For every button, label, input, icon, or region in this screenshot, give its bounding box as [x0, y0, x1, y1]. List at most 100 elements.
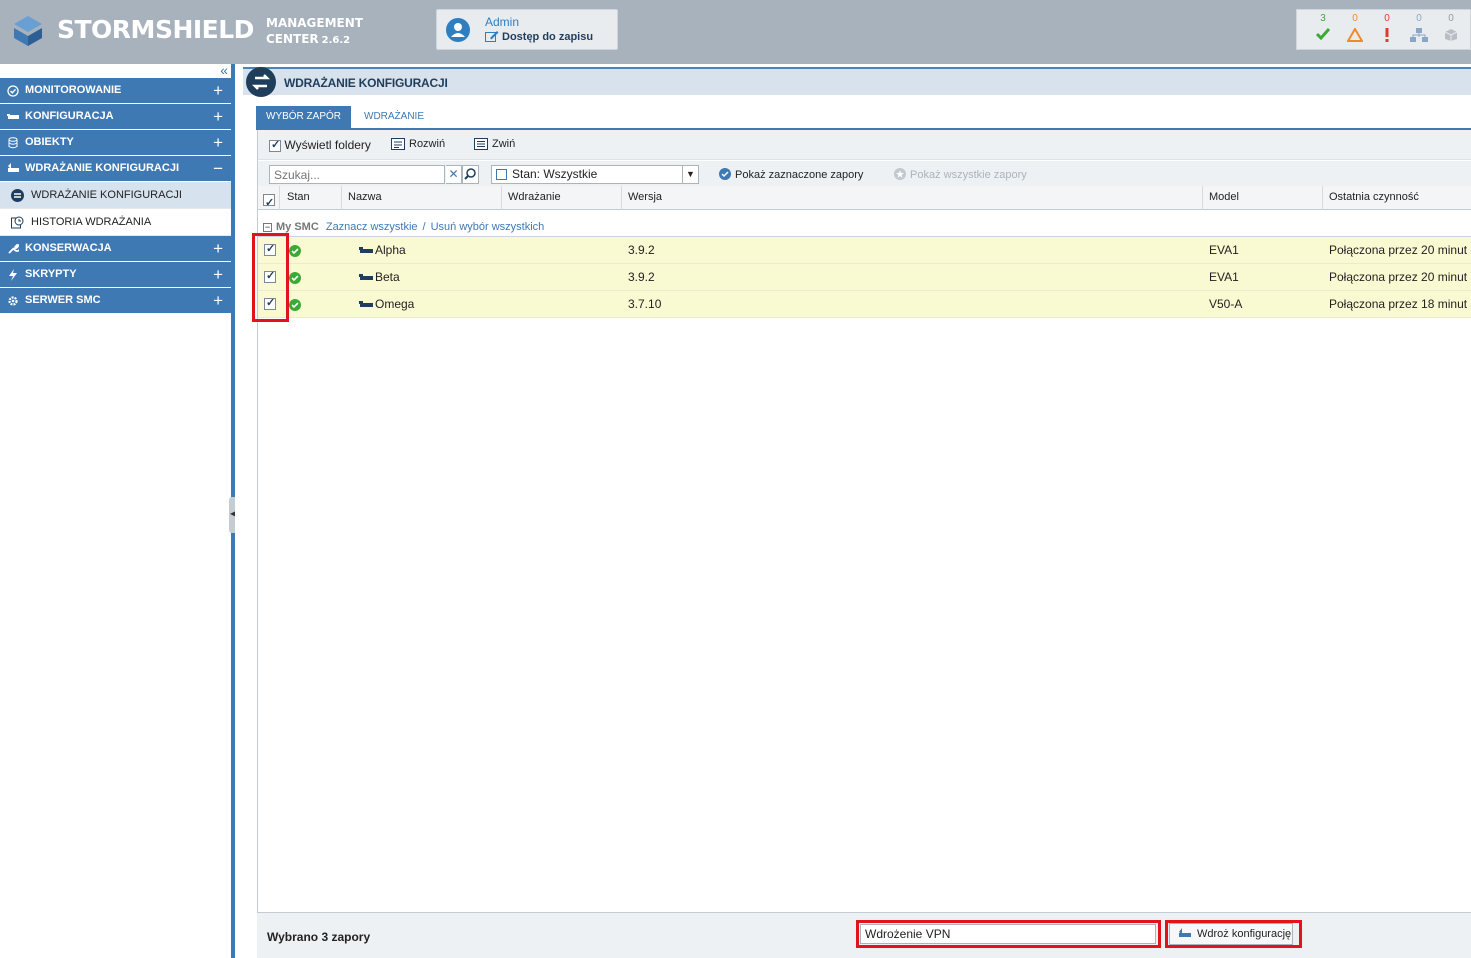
- sidebar-item-serwer-smc[interactable]: SERWER SMC +: [0, 288, 231, 314]
- group-row: − My SMC Zaznacz wszystkie / Usuń wybór wsz…: [258, 217, 1471, 237]
- column-header-model[interactable]: Model: [1203, 186, 1323, 210]
- firewall-selection-panel: Wyświetl foldery Rozwiń Zwiń ✕ Stan: Wsz…: [252, 130, 1471, 914]
- expand-icon[interactable]: +: [213, 78, 223, 103]
- filter-toolbar: ✕ Stan: Wszystkie ▼ Pokaż zaznaczone zap…: [258, 161, 1471, 189]
- firewall-icon: [359, 247, 373, 253]
- search-input[interactable]: [269, 165, 445, 184]
- sidebar-subitem-label: WDRAŻANIE KONFIGURACJI: [31, 189, 182, 201]
- cell-name: Alpha: [375, 243, 406, 257]
- grid-header: Stan Nazwa Wdrażanie Wersja Model Ostatn…: [258, 186, 1471, 215]
- user-name[interactable]: Admin: [485, 15, 519, 29]
- status-ok[interactable]: 3: [1311, 13, 1335, 40]
- cell-last-activity: Połączona przez 20 minut: [1329, 270, 1468, 284]
- firewall-icon: [359, 301, 373, 307]
- table-row[interactable]: Beta 3.9.2 EVA1 Połączona przez 20 minut: [258, 264, 1471, 291]
- select-all-checkbox[interactable]: [263, 192, 275, 215]
- chevron-down-icon[interactable]: ▼: [682, 166, 698, 183]
- sidebar-item-label: OBIEKTY: [25, 136, 74, 148]
- search-button[interactable]: [462, 165, 479, 184]
- selection-footer: Wybrano 3 zapory Wdroż konfigurację: [257, 912, 1471, 958]
- collapse-group-icon[interactable]: −: [263, 223, 272, 232]
- table-row[interactable]: Omega 3.7.10 V50-A Połączona przez 18 mi…: [258, 291, 1471, 318]
- tab-wybor-zapor[interactable]: WYBÓR ZAPÓR: [256, 106, 352, 128]
- exclamation-icon: [1385, 28, 1389, 42]
- status-pending[interactable]: 0: [1407, 13, 1431, 42]
- user-panel[interactable]: Admin Dostęp do zapisu: [436, 9, 618, 50]
- annotation-highlight-comment: [856, 920, 1161, 948]
- sidebar-item-konfiguracja[interactable]: KONFIGURACJA +: [0, 104, 231, 130]
- cell-model: EVA1: [1209, 270, 1239, 284]
- cell-name: Beta: [375, 270, 400, 284]
- expand-icon[interactable]: +: [213, 288, 223, 313]
- annotation-highlight-checkboxes: [252, 233, 289, 322]
- version-label: 2.6.2: [321, 35, 351, 46]
- sidebar-item-label: KONSERWACJA: [25, 242, 112, 254]
- cell-model: V50-A: [1209, 297, 1243, 311]
- show-folders-checkbox[interactable]: [269, 138, 281, 152]
- column-header-stan[interactable]: Stan: [281, 186, 342, 210]
- sidebar-item-label: SKRYPTY: [25, 268, 77, 280]
- select-all-link[interactable]: Zaznacz wszystkie: [326, 221, 418, 233]
- grid-toolbar: Wyświetl foldery Rozwiń Zwiń: [258, 130, 1471, 160]
- collapse-sidebar-icon[interactable]: «: [220, 62, 228, 78]
- selection-count: Wybrano 3 zapory: [267, 930, 371, 944]
- page-title-bar: WDRAŻANIE KONFIGURACJI: [243, 67, 1471, 97]
- firewall-icon: [359, 274, 373, 280]
- group-name: My SMC: [276, 221, 319, 233]
- access-mode[interactable]: Dostęp do zapisu: [485, 30, 593, 43]
- sidebar-item-label: MONITOROWANIE: [25, 84, 122, 96]
- database-icon: [8, 137, 18, 149]
- sidebar-item-obiekty[interactable]: OBIEKTY +: [0, 130, 231, 156]
- sidebar: « MONITOROWANIE + KONFIGURACJA + OBIEKTY…: [0, 62, 231, 958]
- deselect-all-link[interactable]: Usuń wybór wszystkich: [431, 221, 545, 233]
- collapse-icon[interactable]: −: [213, 156, 223, 181]
- sidebar-subitem-label: HISTORIA WDRAŻANIA: [31, 216, 152, 228]
- product-line1: MANAGEMENT: [266, 16, 363, 30]
- sidebar-item-skrypty[interactable]: SKRYPTY +: [0, 262, 231, 288]
- column-header-wersja[interactable]: Wersja: [622, 186, 1203, 210]
- product-line2: CENTER 2.6.2: [266, 32, 351, 46]
- status-summary: 3 0 0 0 0: [1296, 9, 1471, 50]
- show-folders-label: Wyświetl foldery: [284, 138, 371, 152]
- user-avatar-icon: [446, 18, 470, 42]
- expand-icon[interactable]: +: [213, 262, 223, 287]
- show-selected-button[interactable]: Pokaż zaznaczone zapory: [719, 168, 863, 181]
- sidebar-item-monitorowanie[interactable]: MONITOROWANIE +: [0, 78, 231, 104]
- sidebar-item-wdrazanie[interactable]: WDRAŻANIE KONFIGURACJI −: [0, 156, 231, 182]
- table-row[interactable]: Alpha 3.9.2 EVA1 Połączona przez 20 minu…: [258, 237, 1471, 264]
- cell-name: Omega: [375, 297, 415, 311]
- show-all-button[interactable]: Pokaż wszystkie zapory: [894, 168, 1027, 181]
- page-title: WDRAŻANIE KONFIGURACJI: [284, 76, 448, 90]
- firewall-icon: [7, 114, 19, 119]
- sidebar-subitem-wdrazanie-konfiguracji[interactable]: WDRAŻANIE KONFIGURACJI: [0, 182, 231, 209]
- main-content: WDRAŻANIE KONFIGURACJI WYBÓR ZAPÓR WDRAŻ…: [235, 64, 1471, 958]
- status-offline[interactable]: 0: [1439, 13, 1463, 42]
- select-all-header[interactable]: [258, 186, 280, 215]
- column-header-ostatnia-czynnosc[interactable]: Ostatnia czynność: [1323, 186, 1471, 210]
- sidebar-item-label: KONFIGURACJA: [25, 110, 114, 122]
- expand-icon[interactable]: +: [213, 130, 223, 155]
- annotation-highlight-deploy-button: [1165, 920, 1302, 948]
- box-icon: [1444, 29, 1458, 41]
- tab-wdrazanie[interactable]: WDRAŻANIE: [354, 106, 434, 128]
- state-filter-select[interactable]: Stan: Wszystkie ▼: [491, 165, 699, 184]
- status-warning[interactable]: 0: [1343, 13, 1367, 42]
- column-header-nazwa[interactable]: Nazwa: [342, 186, 502, 210]
- cell-last-activity: Połączona przez 20 minut: [1329, 243, 1468, 257]
- sidebar-subitem-historia[interactable]: HISTORIA WDRAŻANIA: [0, 209, 231, 236]
- column-header-wdrazanie[interactable]: Wdrażanie: [502, 186, 622, 210]
- sidebar-item-konserwacja[interactable]: KONSERWACJA +: [0, 236, 231, 262]
- deploy-icon: [11, 189, 24, 202]
- expand-icon[interactable]: +: [213, 236, 223, 261]
- expand-icon[interactable]: +: [213, 104, 223, 129]
- brand-name: STORMSHIELD: [57, 15, 254, 44]
- collapse-button[interactable]: Zwiń: [474, 138, 515, 151]
- star-circle-icon: [894, 168, 906, 180]
- clear-search-icon[interactable]: ✕: [446, 165, 462, 184]
- status-error[interactable]: 0: [1375, 13, 1399, 42]
- cell-version: 3.7.10: [628, 297, 662, 311]
- show-folders-toggle[interactable]: Wyświetl foldery: [269, 138, 371, 152]
- expand-button[interactable]: Rozwiń: [391, 138, 445, 151]
- edit-icon: [485, 31, 499, 42]
- warning-icon: [1347, 28, 1363, 42]
